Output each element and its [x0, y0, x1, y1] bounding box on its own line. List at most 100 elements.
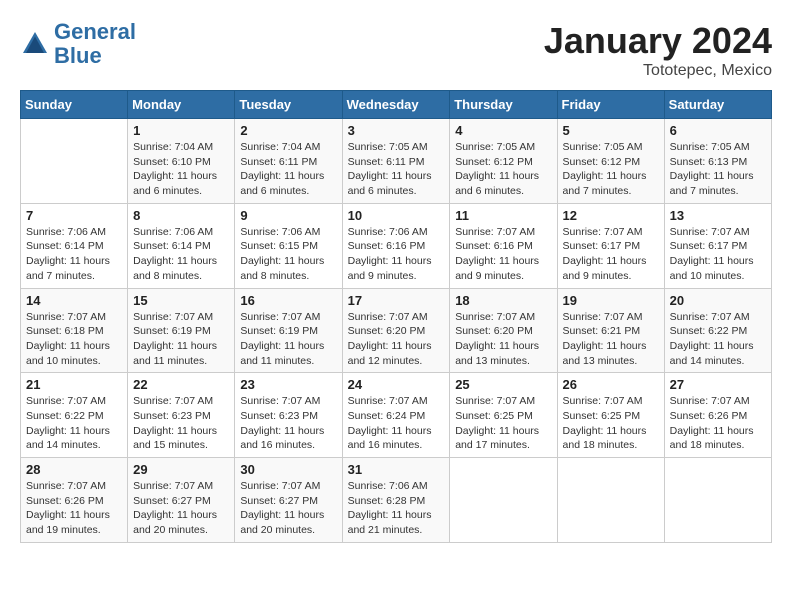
day-info: Sunrise: 7:07 AM Sunset: 6:25 PM Dayligh…	[455, 394, 551, 453]
calendar-cell: 25 Sunrise: 7:07 AM Sunset: 6:25 PM Dayli…	[450, 373, 557, 458]
day-number: 18	[455, 293, 551, 308]
calendar-week-row: 1 Sunrise: 7:04 AM Sunset: 6:10 PM Daylig…	[21, 119, 772, 204]
calendar-body: 1 Sunrise: 7:04 AM Sunset: 6:10 PM Daylig…	[21, 119, 772, 543]
page-header: General Blue January 2024 Tototepec, Mex…	[20, 20, 772, 80]
day-info: Sunrise: 7:07 AM Sunset: 6:17 PM Dayligh…	[563, 225, 659, 284]
day-of-week-header: Friday	[557, 91, 664, 119]
day-info: Sunrise: 7:07 AM Sunset: 6:20 PM Dayligh…	[455, 310, 551, 369]
day-number: 27	[670, 377, 766, 392]
calendar-cell: 23 Sunrise: 7:07 AM Sunset: 6:23 PM Dayli…	[235, 373, 342, 458]
calendar-cell	[664, 458, 771, 543]
day-info: Sunrise: 7:07 AM Sunset: 6:23 PM Dayligh…	[133, 394, 229, 453]
calendar-cell: 4Sunrise: 7:05 AM Sunset: 6:12 PM Daylig…	[450, 119, 557, 204]
calendar-week-row: 7 Sunrise: 7:06 AM Sunset: 6:14 PM Daylig…	[21, 203, 772, 288]
calendar-cell: 12Sunrise: 7:07 AM Sunset: 6:17 PM Dayli…	[557, 203, 664, 288]
day-number: 22	[133, 377, 229, 392]
calendar-cell: 28 Sunrise: 7:07 AM Sunset: 6:26 PM Dayli…	[21, 458, 128, 543]
day-of-week-header: Sunday	[21, 91, 128, 119]
day-number: 5	[563, 123, 659, 138]
day-number: 28	[26, 462, 122, 477]
location: Tototepec, Mexico	[544, 62, 772, 80]
day-info: Sunrise: 7:04 AM Sunset: 6:10 PM Dayligh…	[133, 140, 229, 199]
day-info: Sunrise: 7:07 AM Sunset: 6:27 PM Dayligh…	[133, 479, 229, 538]
calendar-cell: 20 Sunrise: 7:07 AM Sunset: 6:22 PM Dayli…	[664, 288, 771, 373]
calendar-cell: 29Sunrise: 7:07 AM Sunset: 6:27 PM Dayli…	[128, 458, 235, 543]
day-number: 14	[26, 293, 122, 308]
day-number: 25	[455, 377, 551, 392]
calendar-cell	[557, 458, 664, 543]
calendar-cell: 6Sunrise: 7:05 AM Sunset: 6:13 PM Daylig…	[664, 119, 771, 204]
calendar-cell: 15Sunrise: 7:07 AM Sunset: 6:19 PM Dayli…	[128, 288, 235, 373]
days-of-week-row: SundayMondayTuesdayWednesdayThursdayFrid…	[21, 91, 772, 119]
calendar-cell: 16 Sunrise: 7:07 AM Sunset: 6:19 PM Dayli…	[235, 288, 342, 373]
day-info: Sunrise: 7:07 AM Sunset: 6:27 PM Dayligh…	[240, 479, 336, 538]
calendar-cell: 24Sunrise: 7:07 AM Sunset: 6:24 PM Dayli…	[342, 373, 450, 458]
day-number: 30	[240, 462, 336, 477]
day-info: Sunrise: 7:07 AM Sunset: 6:26 PM Dayligh…	[670, 394, 766, 453]
day-info: Sunrise: 7:07 AM Sunset: 6:18 PM Dayligh…	[26, 310, 122, 369]
calendar-cell: 7 Sunrise: 7:06 AM Sunset: 6:14 PM Daylig…	[21, 203, 128, 288]
calendar-week-row: 28 Sunrise: 7:07 AM Sunset: 6:26 PM Dayli…	[21, 458, 772, 543]
calendar-cell: 2Sunrise: 7:04 AM Sunset: 6:11 PM Daylig…	[235, 119, 342, 204]
day-info: Sunrise: 7:07 AM Sunset: 6:17 PM Dayligh…	[670, 225, 766, 284]
day-number: 24	[348, 377, 445, 392]
day-of-week-header: Tuesday	[235, 91, 342, 119]
calendar-cell	[21, 119, 128, 204]
calendar-cell: 11Sunrise: 7:07 AM Sunset: 6:16 PM Dayli…	[450, 203, 557, 288]
day-number: 13	[670, 208, 766, 223]
calendar-cell: 19Sunrise: 7:07 AM Sunset: 6:21 PM Dayli…	[557, 288, 664, 373]
calendar-cell: 14 Sunrise: 7:07 AM Sunset: 6:18 PM Dayli…	[21, 288, 128, 373]
calendar-cell: 21 Sunrise: 7:07 AM Sunset: 6:22 PM Dayli…	[21, 373, 128, 458]
calendar-cell: 30 Sunrise: 7:07 AM Sunset: 6:27 PM Dayli…	[235, 458, 342, 543]
day-info: Sunrise: 7:05 AM Sunset: 6:11 PM Dayligh…	[348, 140, 445, 199]
day-number: 15	[133, 293, 229, 308]
calendar-cell: 26 Sunrise: 7:07 AM Sunset: 6:25 PM Dayli…	[557, 373, 664, 458]
day-info: Sunrise: 7:07 AM Sunset: 6:23 PM Dayligh…	[240, 394, 336, 453]
day-number: 3	[348, 123, 445, 138]
day-info: Sunrise: 7:06 AM Sunset: 6:14 PM Dayligh…	[26, 225, 122, 284]
day-info: Sunrise: 7:07 AM Sunset: 6:26 PM Dayligh…	[26, 479, 122, 538]
day-info: Sunrise: 7:07 AM Sunset: 6:19 PM Dayligh…	[240, 310, 336, 369]
logo-line1: General	[54, 19, 136, 44]
day-info: Sunrise: 7:05 AM Sunset: 6:12 PM Dayligh…	[563, 140, 659, 199]
calendar-cell: 5 Sunrise: 7:05 AM Sunset: 6:12 PM Daylig…	[557, 119, 664, 204]
day-number: 21	[26, 377, 122, 392]
day-info: Sunrise: 7:05 AM Sunset: 6:13 PM Dayligh…	[670, 140, 766, 199]
day-info: Sunrise: 7:06 AM Sunset: 6:16 PM Dayligh…	[348, 225, 445, 284]
logo-line2: Blue	[54, 43, 102, 68]
day-of-week-header: Wednesday	[342, 91, 450, 119]
calendar-cell: 17Sunrise: 7:07 AM Sunset: 6:20 PM Dayli…	[342, 288, 450, 373]
day-info: Sunrise: 7:06 AM Sunset: 6:14 PM Dayligh…	[133, 225, 229, 284]
month-title: January 2024	[544, 20, 772, 62]
day-of-week-header: Thursday	[450, 91, 557, 119]
calendar-cell: 8Sunrise: 7:06 AM Sunset: 6:14 PM Daylig…	[128, 203, 235, 288]
day-number: 9	[240, 208, 336, 223]
day-info: Sunrise: 7:06 AM Sunset: 6:15 PM Dayligh…	[240, 225, 336, 284]
calendar-cell: 10Sunrise: 7:06 AM Sunset: 6:16 PM Dayli…	[342, 203, 450, 288]
day-number: 1	[133, 123, 229, 138]
day-number: 26	[563, 377, 659, 392]
calendar-cell: 18 Sunrise: 7:07 AM Sunset: 6:20 PM Dayli…	[450, 288, 557, 373]
day-number: 31	[348, 462, 445, 477]
calendar-cell	[450, 458, 557, 543]
calendar-cell: 1 Sunrise: 7:04 AM Sunset: 6:10 PM Daylig…	[128, 119, 235, 204]
calendar-week-row: 14 Sunrise: 7:07 AM Sunset: 6:18 PM Dayli…	[21, 288, 772, 373]
day-number: 16	[240, 293, 336, 308]
day-info: Sunrise: 7:07 AM Sunset: 6:25 PM Dayligh…	[563, 394, 659, 453]
day-info: Sunrise: 7:07 AM Sunset: 6:21 PM Dayligh…	[563, 310, 659, 369]
day-of-week-header: Saturday	[664, 91, 771, 119]
day-number: 23	[240, 377, 336, 392]
calendar-table: SundayMondayTuesdayWednesdayThursdayFrid…	[20, 90, 772, 543]
calendar-week-row: 21 Sunrise: 7:07 AM Sunset: 6:22 PM Dayli…	[21, 373, 772, 458]
calendar-cell: 3 Sunrise: 7:05 AM Sunset: 6:11 PM Daylig…	[342, 119, 450, 204]
day-info: Sunrise: 7:07 AM Sunset: 6:22 PM Dayligh…	[670, 310, 766, 369]
calendar-cell: 13 Sunrise: 7:07 AM Sunset: 6:17 PM Dayli…	[664, 203, 771, 288]
calendar-cell: 22 Sunrise: 7:07 AM Sunset: 6:23 PM Dayli…	[128, 373, 235, 458]
day-number: 7	[26, 208, 122, 223]
calendar-cell: 9 Sunrise: 7:06 AM Sunset: 6:15 PM Daylig…	[235, 203, 342, 288]
day-info: Sunrise: 7:07 AM Sunset: 6:22 PM Dayligh…	[26, 394, 122, 453]
day-number: 20	[670, 293, 766, 308]
day-of-week-header: Monday	[128, 91, 235, 119]
logo: General Blue	[20, 20, 136, 68]
day-info: Sunrise: 7:07 AM Sunset: 6:16 PM Dayligh…	[455, 225, 551, 284]
